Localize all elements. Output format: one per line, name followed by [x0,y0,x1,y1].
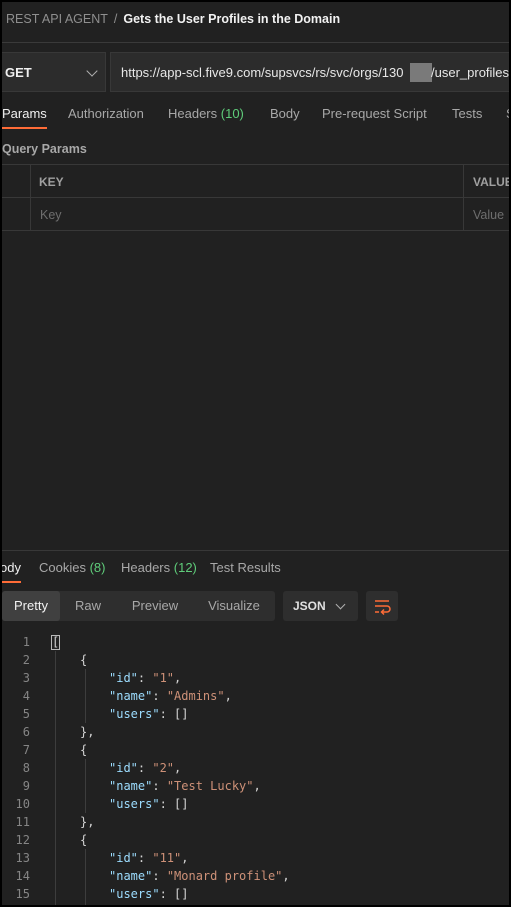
request-bar: GET https://app-scl.five9.com/supsvcs/rs… [2,52,509,92]
redacted-block [410,63,432,82]
tab-tests[interactable]: Tests [452,106,482,127]
code-line: 2{ [22,653,88,667]
query-params-table: KEY VALUE Key Value [2,164,509,231]
code-line: 14 "name": "Monard profile", [15,869,290,883]
tab-body[interactable]: Body [270,106,300,127]
request-tabs: Params Authorization Headers (10) Body P… [2,106,509,129]
divider [2,42,509,43]
format-label: JSON [293,599,326,613]
cookies-count: (8) [89,560,106,575]
view-raw-button[interactable]: Raw [62,591,114,621]
format-select[interactable]: JSON [283,591,358,621]
headers-count: (10) [220,106,244,121]
tab-cookies[interactable]: Cookies (8) [39,560,105,581]
method-label: GET [5,65,32,80]
view-pretty-button[interactable]: Pretty [2,591,60,621]
code-line: 9 "name": "Test Lucky", [22,779,261,793]
code-line: 10 "users": [] [15,797,189,811]
row-divider [2,197,509,198]
value-input[interactable]: Value [473,208,504,222]
wrap-lines-button[interactable] [366,591,398,621]
code-line: 4 "name": "Admins", [22,689,232,703]
tab-test-results[interactable]: Test Results [210,560,281,581]
response-divider[interactable] [2,550,509,551]
code-line: 15 "users": [] [15,887,189,901]
code-line: 7{ [22,743,88,757]
query-params-title: Query Params [2,142,87,156]
tab-response-body[interactable]: ody [2,560,21,583]
breadcrumb-collection[interactable]: REST API AGENT [6,12,108,26]
code-line: 5 "users": [] [22,707,189,721]
view-preview-button[interactable]: Preview [120,591,190,621]
postman-window: REST API AGENT / Gets the User Profiles in… [2,2,509,905]
code-line: 8 "id": "2", [22,761,182,775]
chevron-down-icon [86,65,98,77]
tab-params[interactable]: Params [2,106,47,129]
tab-headers[interactable]: Headers (10) [168,106,244,127]
view-mode-group: Pretty Raw Preview Visualize [2,591,275,621]
code-line: 1[ [22,635,60,649]
view-visualize-button[interactable]: Visualize [198,591,270,621]
response-tabs: ody Cookies (8) Headers (12) Test Result… [2,560,509,583]
code-line: 6}, [22,725,95,739]
key-column-header: KEY [39,175,64,189]
url-input[interactable]: https://app-scl.five9.com/supsvcs/rs/svc… [110,52,509,92]
value-column-header: VALUE [473,175,509,189]
key-input[interactable]: Key [40,208,62,222]
tab-response-headers[interactable]: Headers (12) [121,560,197,581]
tab-authorization[interactable]: Authorization [68,106,144,127]
code-line: 12{ [15,833,88,847]
code-line: 11}, [15,815,95,829]
request-title[interactable]: Gets the User Profiles in the Domain [123,12,340,26]
chevron-down-icon [335,599,346,610]
response-body-viewer[interactable]: 1[ 2{ 3 "id": "1", 4 "name": "Admins", 5 "u… [2,633,509,905]
response-headers-count: (12) [173,560,197,575]
code-line: 13 "id": "11", [15,851,189,865]
breadcrumb: REST API AGENT / Gets the User Profiles in… [6,12,340,30]
tab-settings[interactable]: S [506,106,509,127]
tab-pre-request-script[interactable]: Pre-request Script [322,106,427,127]
url-text-suffix: /user_profiles [431,65,509,80]
method-select[interactable]: GET [2,52,106,92]
breadcrumb-separator: / [113,12,118,26]
code-line: 3 "id": "1", [22,671,182,685]
url-text: https://app-scl.five9.com/supsvcs/rs/svc… [121,65,404,80]
wrap-lines-icon [375,600,391,616]
